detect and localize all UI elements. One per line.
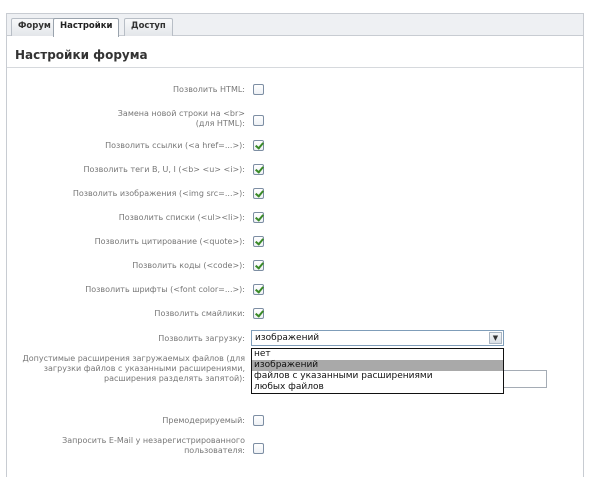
tab-bar: Форум Настройки Доступ xyxy=(7,14,583,37)
tab-access[interactable]: Доступ xyxy=(124,18,173,36)
setting-label: Позволить теги B, U, I (<b> <u> <i>): xyxy=(83,165,245,174)
premoderation-checkbox[interactable] xyxy=(253,415,264,426)
setting-label: Позволить HTML: xyxy=(173,85,245,94)
upload-option[interactable]: нет xyxy=(252,349,503,360)
upload-select[interactable]: изображений ▼ xyxy=(251,330,504,346)
allow-fonts-checkbox[interactable] xyxy=(253,284,264,295)
upload-selected-value: изображений xyxy=(255,333,320,343)
settings-panel: Форум Настройки Доступ Настройки форума … xyxy=(6,13,584,477)
setting-label: Замена новой строки на <br> (для HTML): xyxy=(117,109,245,128)
tab-forum[interactable]: Форум xyxy=(11,18,58,36)
setting-label: Позволить цитирование (<quote>): xyxy=(94,237,245,246)
allow-links-checkbox[interactable] xyxy=(253,140,264,151)
email-request-checkbox[interactable] xyxy=(253,443,264,454)
section-title: Настройки форума xyxy=(15,48,148,62)
allow-quote-checkbox[interactable] xyxy=(253,236,264,247)
setting-label: Позволить коды (<code>): xyxy=(132,261,245,270)
allow-images-checkbox[interactable] xyxy=(253,188,264,199)
setting-label: Премодерируемый: xyxy=(162,416,245,425)
chevron-down-icon[interactable]: ▼ xyxy=(489,332,502,344)
newline-br-checkbox[interactable] xyxy=(253,115,264,126)
allow-smilies-checkbox[interactable] xyxy=(253,308,264,319)
upload-option[interactable]: файлов с указанными расширениями xyxy=(252,371,503,382)
upload-dropdown-list: нет изображений файлов с указанными расшир… xyxy=(251,348,504,394)
allow-html-checkbox[interactable] xyxy=(253,84,264,95)
setting-label: Позволить загрузку: xyxy=(158,334,245,343)
allow-biu-checkbox[interactable] xyxy=(253,164,264,175)
setting-label: Позволить шрифты (<font color=...>): xyxy=(85,285,245,294)
setting-label: Позволить списки (<ul><li>): xyxy=(118,213,245,222)
allow-lists-checkbox[interactable] xyxy=(253,212,264,223)
setting-label: Запросить E-Mail у незарегистрированного… xyxy=(62,436,245,455)
allow-code-checkbox[interactable] xyxy=(253,260,264,271)
setting-label: Позволить изображения (<img src=...>): xyxy=(72,189,245,198)
setting-label: Позволить смайлики: xyxy=(154,309,245,318)
upload-option[interactable]: любых файлов xyxy=(252,382,503,393)
upload-option[interactable]: изображений xyxy=(252,360,503,371)
tab-settings[interactable]: Настройки xyxy=(53,18,120,37)
setting-label: Допустимые расширения загружаемых файлов… xyxy=(22,354,245,383)
setting-label: Позволить ссылки (<a href=...>): xyxy=(105,141,245,150)
section-divider xyxy=(7,67,583,68)
